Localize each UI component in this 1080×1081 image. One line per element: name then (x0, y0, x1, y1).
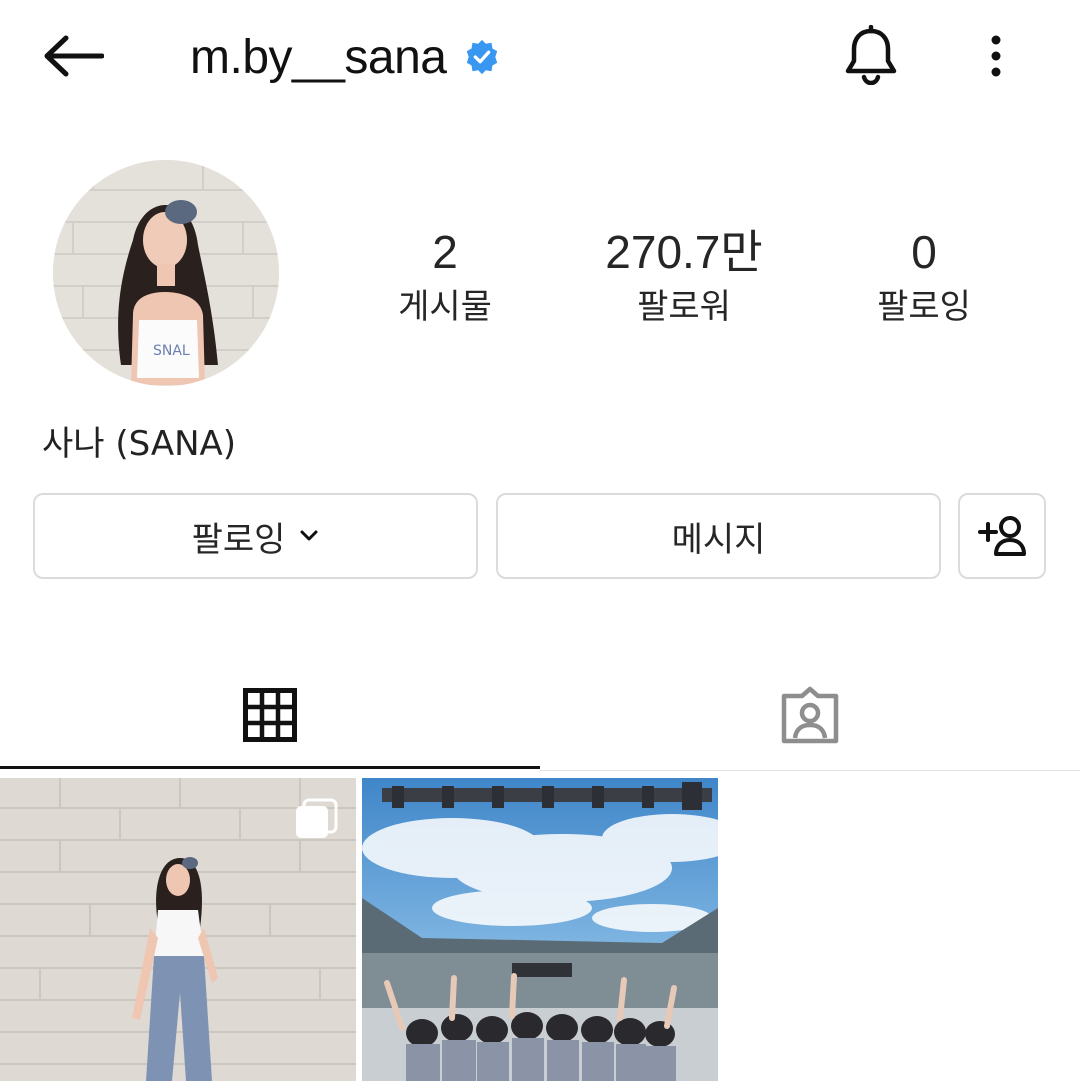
more-options-button[interactable] (976, 26, 1016, 86)
post-thumbnail[interactable] (362, 778, 718, 1081)
full-name: 사나 (SANA) (42, 424, 237, 464)
following-button-label: 팔로잉 (191, 519, 286, 560)
message-button-label: 메시지 (671, 519, 766, 560)
following-count: 0 (911, 226, 937, 278)
svg-text:SNAL: SNAL (153, 343, 190, 359)
back-button[interactable] (40, 26, 106, 86)
add-person-icon (978, 516, 1026, 556)
tab-divider (540, 770, 1080, 771)
active-tab-indicator (0, 766, 540, 769)
username: m.by__sana (190, 30, 447, 84)
posts-count: 2 (432, 226, 458, 278)
message-button[interactable]: 메시지 (496, 493, 941, 579)
suggest-user-button[interactable] (958, 493, 1046, 579)
profile-avatar[interactable]: SNAL (53, 160, 279, 386)
stat-posts[interactable]: 2 게시물 (345, 222, 545, 330)
multiple-photos-icon (294, 798, 338, 844)
followers-count: 270.7만 (605, 226, 763, 278)
following-button[interactable]: 팔로잉 (33, 493, 478, 579)
tab-posts-grid[interactable] (0, 660, 540, 770)
post-thumbnail[interactable] (0, 778, 356, 1081)
more-vertical-icon (991, 35, 1001, 77)
followers-label: 팔로워 (637, 287, 731, 327)
back-arrow-icon (44, 35, 104, 77)
verified-badge-icon (463, 38, 501, 76)
posts-label: 게시물 (398, 287, 492, 327)
tab-tagged[interactable] (540, 660, 1080, 770)
tagged-person-icon (781, 686, 839, 744)
notifications-button[interactable] (836, 20, 906, 90)
profile-header: m.by__sana (190, 22, 501, 92)
bell-icon (845, 25, 897, 85)
grid-icon (243, 688, 297, 742)
stat-following[interactable]: 0 팔로잉 (824, 222, 1024, 330)
chevron-down-icon (299, 529, 319, 543)
following-label: 팔로잉 (877, 287, 971, 327)
stat-followers[interactable]: 270.7만 팔로워 (584, 222, 784, 330)
